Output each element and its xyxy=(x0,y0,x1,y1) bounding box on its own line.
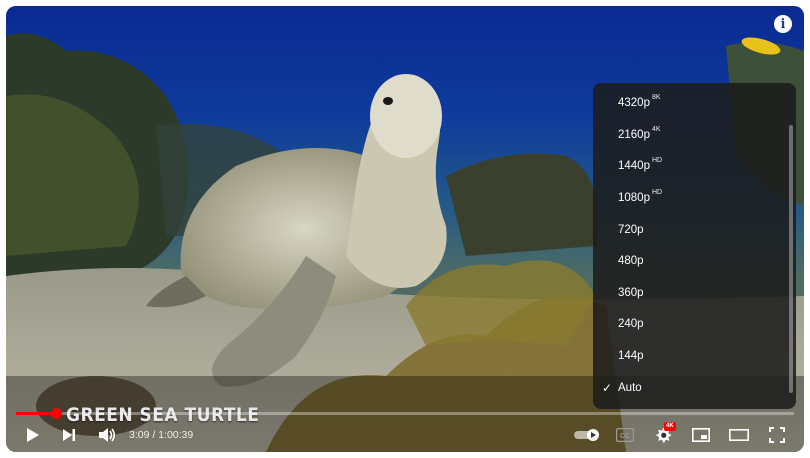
quality-label: 480p xyxy=(618,255,644,267)
time-display: 3:09 / 1:00:39 xyxy=(129,429,193,441)
fullscreen-button[interactable] xyxy=(764,423,790,447)
quality-badge: HD xyxy=(651,157,663,164)
play-icon xyxy=(27,428,39,442)
quality-badge: 8K xyxy=(651,94,661,101)
quality-option-1440p[interactable]: 1440p HD xyxy=(593,152,783,182)
control-bar: 3:09 / 1:00:39 CC 4K xyxy=(6,418,804,452)
quality-label: 720p xyxy=(618,224,644,236)
progress-played xyxy=(16,412,57,415)
quality-label: 1080p xyxy=(618,192,650,204)
info-button[interactable]: i xyxy=(774,15,792,33)
volume-icon xyxy=(99,428,116,442)
quality-label: 4320p xyxy=(618,97,650,109)
quality-option-360p[interactable]: 360p xyxy=(593,279,783,309)
theater-mode-button[interactable] xyxy=(726,423,752,447)
autoplay-toggle[interactable] xyxy=(572,423,602,447)
quality-option-144p[interactable]: 144p xyxy=(593,342,783,372)
quality-option-1080p[interactable]: 1080p HD xyxy=(593,184,783,214)
quality-label: 360p xyxy=(618,287,644,299)
next-button[interactable] xyxy=(56,423,82,447)
autoplay-toggle-icon xyxy=(574,429,599,441)
captions-button[interactable]: CC xyxy=(612,423,638,447)
volume-button[interactable] xyxy=(94,423,120,447)
time-separator: / xyxy=(149,429,159,441)
quality-menu[interactable]: 4320p 8K 2160p 4K 1440p HD 1080p HD 720p 480… xyxy=(593,83,796,409)
svg-text:CC: CC xyxy=(620,433,630,440)
quality-option-2160p[interactable]: 2160p 4K xyxy=(593,121,783,151)
quality-option-auto[interactable]: ✓ Auto xyxy=(593,374,783,404)
quality-option-480p[interactable]: 480p xyxy=(593,247,783,277)
current-time: 3:09 xyxy=(129,429,150,441)
checkmark-icon: ✓ xyxy=(602,381,613,395)
quality-label: Auto xyxy=(618,382,642,394)
quality-option-240p[interactable]: 240p xyxy=(593,310,783,340)
video-player[interactable]: i GREEN SEA TURTLE 4320p 8K 2160p 4K 1440p… xyxy=(6,6,804,452)
quality-badge: HD xyxy=(651,189,663,196)
fullscreen-icon xyxy=(769,427,785,443)
progress-bar[interactable] xyxy=(16,408,794,419)
settings-quality-badge: 4K xyxy=(664,422,676,431)
quality-label: 144p xyxy=(618,350,644,362)
menu-scrollbar[interactable] xyxy=(789,125,793,393)
duration: 1:00:39 xyxy=(158,429,194,441)
miniplayer-button[interactable] xyxy=(688,423,714,447)
next-icon xyxy=(63,429,75,441)
quality-option-720p[interactable]: 720p xyxy=(593,216,783,246)
play-button[interactable] xyxy=(20,423,46,447)
info-icon: i xyxy=(780,16,786,32)
quality-label: 1440p xyxy=(618,160,650,172)
miniplayer-icon xyxy=(692,428,710,442)
quality-option-4320p[interactable]: 4320p 8K xyxy=(593,89,783,119)
theater-mode-icon xyxy=(729,429,749,441)
quality-label: 240p xyxy=(618,318,644,330)
settings-button[interactable]: 4K xyxy=(650,422,676,447)
captions-icon: CC xyxy=(616,428,634,442)
quality-label: 2160p xyxy=(618,129,650,141)
quality-badge: 4K xyxy=(651,126,661,133)
